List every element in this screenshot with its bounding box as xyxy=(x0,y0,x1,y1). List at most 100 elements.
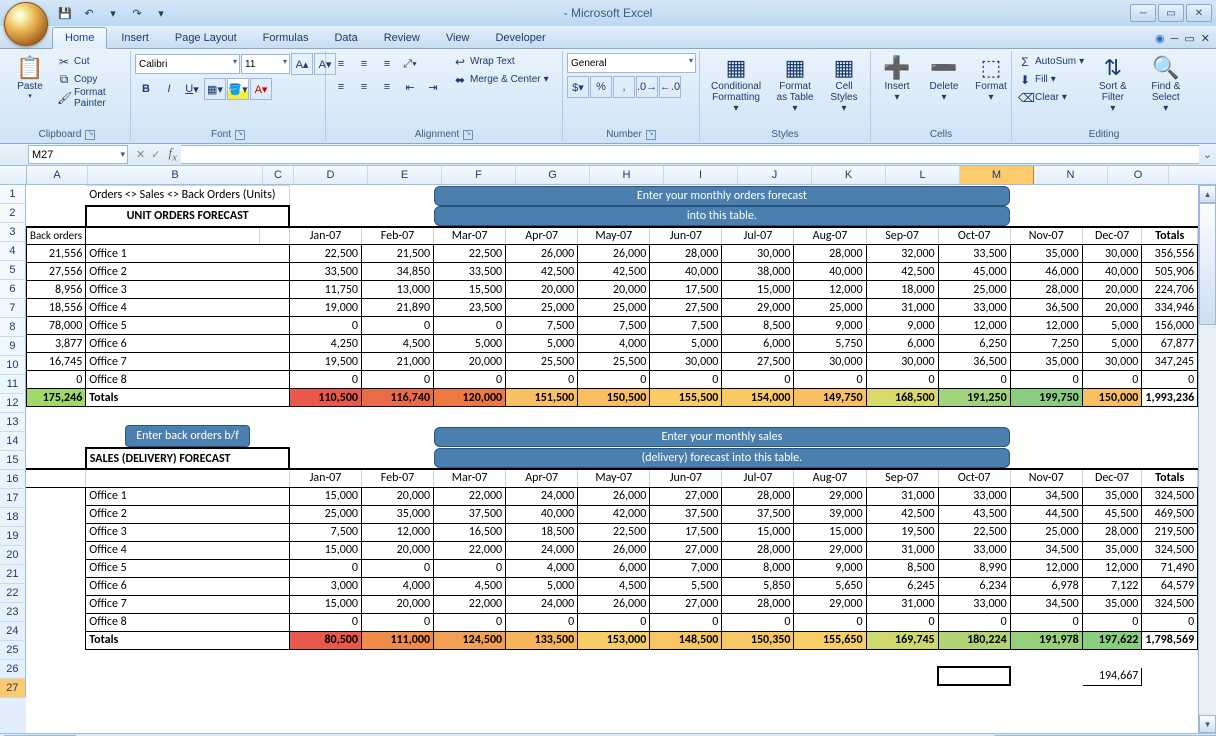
orientation-button[interactable]: ⤢▾ xyxy=(399,53,421,75)
row-header-10[interactable]: 10 xyxy=(0,356,26,375)
minimize-button[interactable]: ─ xyxy=(1130,4,1156,22)
row-header-9[interactable]: 9 xyxy=(0,337,26,356)
copy-button[interactable]: ⧉Copy xyxy=(55,71,126,88)
border-button[interactable]: ▦▾ xyxy=(204,78,226,100)
col-header-I[interactable]: I xyxy=(664,166,738,184)
enter-back-orders-button[interactable]: Enter back orders b/f xyxy=(125,425,250,447)
vertical-scrollbar[interactable]: ▲ ▼ xyxy=(1198,185,1216,733)
paste-button[interactable]: 📋Paste▾ xyxy=(8,53,52,102)
increase-decimal-button[interactable]: .0→ xyxy=(636,76,658,98)
save-icon[interactable]: 💾 xyxy=(56,4,74,22)
row-header-27[interactable]: 27 xyxy=(0,679,26,698)
row-header-21[interactable]: 21 xyxy=(0,565,26,584)
scroll-thumb[interactable] xyxy=(1199,203,1216,325)
row-header-19[interactable]: 19 xyxy=(0,527,26,546)
font-size-select[interactable]: 11 xyxy=(241,54,290,74)
align-center-button[interactable]: ≡ xyxy=(353,76,375,98)
fill-button[interactable]: ⬇Fill▾ xyxy=(1016,71,1086,88)
office-button[interactable] xyxy=(4,2,48,46)
select-all-button[interactable] xyxy=(0,166,27,184)
col-header-E[interactable]: E xyxy=(368,166,442,184)
scroll-up-button[interactable]: ▲ xyxy=(1199,185,1216,203)
tab-formulas[interactable]: Formulas xyxy=(251,28,321,48)
col-header-A[interactable]: A xyxy=(27,166,88,184)
bold-button[interactable]: B xyxy=(135,78,157,100)
col-header-B[interactable]: B xyxy=(88,166,263,184)
cell-grid[interactable]: Orders <> Sales <> Back Orders (Units)En… xyxy=(26,185,1198,733)
restore-button[interactable]: ▭ xyxy=(1158,4,1184,22)
tab-review[interactable]: Review xyxy=(372,28,432,48)
row-header-2[interactable]: 2 xyxy=(0,204,26,223)
col-header-K[interactable]: K xyxy=(812,166,886,184)
italic-button[interactable]: I xyxy=(158,78,180,100)
row-header-3[interactable]: 3 xyxy=(0,223,26,242)
col-header-C[interactable]: C xyxy=(263,166,294,184)
row-header-12[interactable]: 12 xyxy=(0,394,26,413)
number-format-select[interactable]: General xyxy=(567,53,696,73)
row-header-8[interactable]: 8 xyxy=(0,318,26,337)
scroll-down-button[interactable]: ▼ xyxy=(1199,715,1216,733)
align-middle-button[interactable]: ≡ xyxy=(353,53,375,75)
accounting-button[interactable]: $▾ xyxy=(567,76,589,98)
help-icon[interactable]: ◉ xyxy=(1155,32,1165,45)
col-header-F[interactable]: F xyxy=(442,166,516,184)
row-header-16[interactable]: 16 xyxy=(0,470,26,489)
qat-customize-icon[interactable]: ▾ xyxy=(152,4,170,22)
col-header-J[interactable]: J xyxy=(738,166,812,184)
autosum-button[interactable]: ΣAutoSum▾ xyxy=(1016,53,1086,70)
grow-font-button[interactable]: A▴ xyxy=(291,53,313,75)
comma-button[interactable]: , xyxy=(613,76,635,98)
clear-button[interactable]: ⌫Clear▾ xyxy=(1016,89,1086,106)
doc-close-button[interactable]: ✕ xyxy=(1201,32,1210,45)
tab-developer[interactable]: Developer xyxy=(483,28,557,48)
name-box[interactable]: M27 xyxy=(28,145,128,164)
clipboard-launcher[interactable]: ↘ xyxy=(85,130,95,140)
align-top-button[interactable]: ≡ xyxy=(330,53,352,75)
align-left-button[interactable]: ≡ xyxy=(330,76,352,98)
row-header-1[interactable]: 1 xyxy=(0,185,26,204)
alignment-launcher[interactable]: ↘ xyxy=(463,130,473,140)
align-right-button[interactable]: ≡ xyxy=(376,76,398,98)
number-launcher[interactable]: ↘ xyxy=(646,130,656,140)
row-header-20[interactable]: 20 xyxy=(0,546,26,565)
find-select-button[interactable]: 🔍Find & Select▾ xyxy=(1140,53,1192,116)
tab-page-layout[interactable]: Page Layout xyxy=(163,28,249,48)
decrease-decimal-button[interactable]: ←.0 xyxy=(659,76,681,98)
sort-filter-button[interactable]: ⇅Sort & Filter▾ xyxy=(1089,53,1136,116)
col-header-O[interactable]: O xyxy=(1108,166,1169,184)
row-header-23[interactable]: 23 xyxy=(0,603,26,622)
redo-icon[interactable]: ↷ xyxy=(128,4,146,22)
col-header-N[interactable]: N xyxy=(1034,166,1108,184)
row-header-13[interactable]: 13 xyxy=(0,413,26,432)
tab-view[interactable]: View xyxy=(434,28,482,48)
fx-icon[interactable]: fx xyxy=(168,145,176,164)
align-bottom-button[interactable]: ≡ xyxy=(376,53,398,75)
font-name-select[interactable]: Calibri xyxy=(135,54,240,74)
row-header-6[interactable]: 6 xyxy=(0,280,26,299)
doc-minimize-button[interactable]: ─ xyxy=(1171,33,1179,45)
format-cells-button[interactable]: ⬚Format▾ xyxy=(969,53,1013,105)
row-header-5[interactable]: 5 xyxy=(0,261,26,280)
wrap-text-button[interactable]: ↩Wrap Text xyxy=(451,53,551,70)
row-header-4[interactable]: 4 xyxy=(0,242,26,261)
cell-styles-button[interactable]: ▦Cell Styles▾ xyxy=(822,53,866,116)
cut-button[interactable]: ✂Cut xyxy=(55,53,126,70)
row-header-15[interactable]: 15 xyxy=(0,451,26,470)
doc-restore-button[interactable]: ▭ xyxy=(1184,32,1194,45)
tab-home[interactable]: Home xyxy=(52,27,107,49)
insert-cells-button[interactable]: ➕Insert▾ xyxy=(875,53,919,105)
row-header-17[interactable]: 17 xyxy=(0,489,26,508)
conditional-formatting-button[interactable]: ▦Conditional Formatting▾ xyxy=(704,53,768,116)
col-header-L[interactable]: L xyxy=(886,166,960,184)
expand-formula-bar[interactable]: ⌄ xyxy=(1199,148,1216,161)
tab-data[interactable]: Data xyxy=(322,28,369,48)
font-launcher[interactable]: ↘ xyxy=(235,130,245,140)
row-header-7[interactable]: 7 xyxy=(0,299,26,318)
row-header-11[interactable]: 11 xyxy=(0,375,26,394)
row-header-25[interactable]: 25 xyxy=(0,641,26,660)
row-header-22[interactable]: 22 xyxy=(0,584,26,603)
col-header-M[interactable]: M xyxy=(960,166,1034,184)
col-header-D[interactable]: D xyxy=(294,166,368,184)
percent-button[interactable]: % xyxy=(590,76,612,98)
formula-input[interactable] xyxy=(181,145,1199,164)
